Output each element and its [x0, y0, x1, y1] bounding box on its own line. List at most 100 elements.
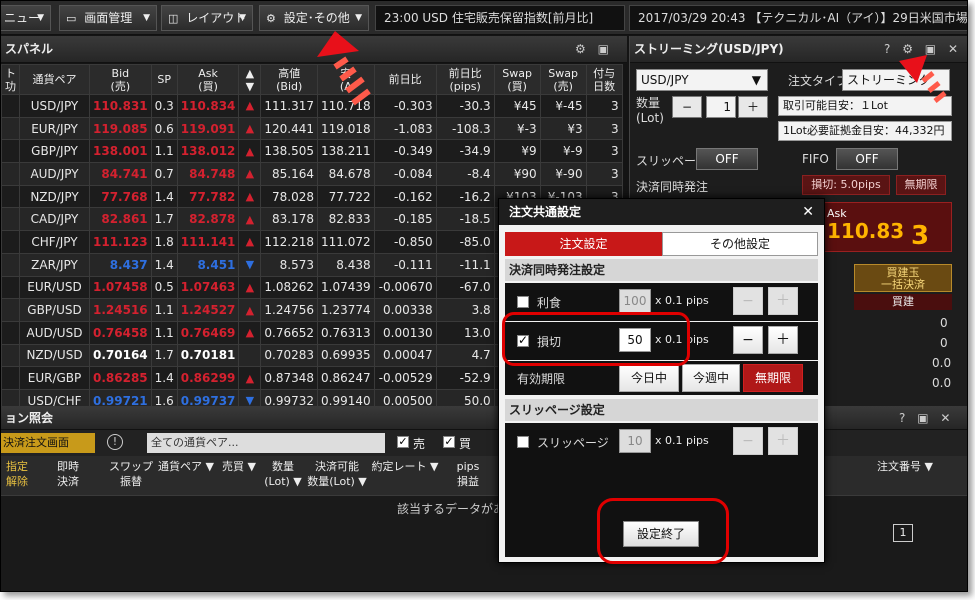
ask-cell[interactable]: 110.834	[176, 94, 240, 118]
bid-cell[interactable]: 0.86285	[89, 366, 152, 390]
bid-cell[interactable]: 0.70164	[89, 343, 152, 368]
slippage-minus-button[interactable]: −	[733, 427, 763, 455]
takeprofit-field[interactable]: 100	[619, 289, 651, 313]
slippage-field[interactable]: 10	[619, 429, 651, 453]
layout-button[interactable]: ◫ レイアウト ▼	[161, 5, 253, 31]
qty-minus-button[interactable]: −	[672, 96, 702, 118]
settings-other-button[interactable]: ⚙ 設定･その他 ▼	[259, 5, 369, 31]
rate-select-cell	[1, 116, 20, 141]
bid-cell[interactable]: 77.768	[89, 184, 152, 209]
position-header-cell[interactable]: スワップ 振替	[109, 459, 153, 489]
takeprofit-minus-button[interactable]: −	[733, 287, 763, 315]
takeprofit-plus-button[interactable]: ＋	[768, 287, 798, 315]
rate-header-cell[interactable]: 通貨ペア	[19, 64, 90, 95]
slippage-toggle[interactable]: OFF	[696, 148, 758, 170]
bid-cell[interactable]: 138.001	[89, 139, 152, 164]
rate-header-cell[interactable]: Bid (売)	[89, 64, 152, 95]
position-header-cell[interactable]: 指定 解除	[1, 459, 33, 489]
ask-cell[interactable]: 0.70181	[176, 343, 240, 368]
rate-header-cell[interactable]: ト 功	[1, 64, 20, 95]
position-header-cell[interactable]: 数量 (Lot) ▼	[263, 459, 303, 489]
ask-cell[interactable]: 111.141	[176, 230, 240, 254]
page-button[interactable]: 1	[893, 524, 913, 542]
rate-header-cell[interactable]: 付与 日数	[585, 64, 623, 95]
ask-cell[interactable]: 1.07463	[176, 275, 240, 300]
fifo-toggle[interactable]: OFF	[836, 148, 898, 170]
news-ticker[interactable]: 2017/03/29 20:43 【テクニカル･AI（アイ）】29日米国市場 ユ…	[629, 5, 967, 31]
position-header-cell[interactable]: 即時 決済	[37, 459, 99, 489]
window-icon[interactable]: ▣	[917, 411, 928, 425]
position-header-cell[interactable]: 通貨ペア ▼	[157, 459, 215, 474]
ask-cell[interactable]: 0.76469	[176, 320, 240, 345]
info-icon[interactable]: !	[107, 434, 123, 450]
tab-other-settings[interactable]: その他設定	[662, 232, 818, 256]
bid-cell[interactable]: 8.437	[89, 252, 152, 277]
slippage-checkbox[interactable]	[517, 436, 529, 448]
low-cell: 84.678	[317, 162, 375, 186]
expiry-week-button[interactable]: 今週中	[682, 364, 740, 392]
help-icon[interactable]: ?	[899, 411, 905, 425]
sell-filter-checkbox[interactable]: ✓	[397, 436, 409, 448]
ask-cell[interactable]: 84.748	[176, 162, 240, 186]
rate-row[interactable]: AUD/JPY 84.741 0.7 84.748 ▲ 85.164 84.678 -0.08…	[1, 162, 623, 186]
economic-indicator-ticker[interactable]: 23:00 USD 住宅販売保留指数[前月比]	[375, 5, 625, 31]
position-header-cell[interactable]: 約定レート ▼	[371, 459, 439, 474]
help-icon[interactable]: ?	[884, 42, 890, 56]
bid-cell[interactable]: 1.07458	[89, 275, 152, 300]
close-icon[interactable]: ✕	[802, 199, 814, 225]
stoploss-minus-button[interactable]: −	[733, 326, 763, 354]
ask-cell[interactable]: 82.878	[176, 207, 240, 232]
bid-cell[interactable]: 111.123	[89, 230, 152, 254]
bid-cell[interactable]: 110.831	[89, 94, 152, 118]
screen-manage-button[interactable]: ▭ 画面管理 ▼	[59, 5, 157, 31]
ask-cell[interactable]: 138.012	[176, 139, 240, 164]
rate-header-cell[interactable]: Ask (買)	[176, 64, 240, 95]
buy-filter-checkbox[interactable]: ✓	[443, 436, 455, 448]
bid-cell[interactable]: 0.76458	[89, 320, 152, 345]
qty-plus-button[interactable]: ＋	[738, 96, 768, 118]
rate-header-cell[interactable]: SP	[150, 64, 178, 95]
stoploss-button[interactable]: 損切: 5.0pips	[802, 175, 890, 195]
slippage-plus-button[interactable]: ＋	[768, 427, 798, 455]
buy-settle-button[interactable]: 買建玉 一括決済	[854, 264, 952, 292]
settle-order-screen-button[interactable]: 決済注文画面	[1, 433, 95, 453]
gear-icon[interactable]: ⚙	[575, 42, 586, 56]
change-pips-cell: -11.1	[435, 252, 495, 277]
qty-field[interactable]: 1	[706, 96, 736, 118]
streaming-title: ストリーミング(USD/JPY)	[634, 42, 784, 56]
bid-cell[interactable]: 119.085	[89, 116, 152, 141]
pair-select[interactable]: USD/JPY ▼	[636, 69, 768, 91]
menu-button[interactable]: ニュー ▼	[1, 5, 51, 31]
rate-header-cell[interactable]: ▲ ▼	[238, 64, 262, 95]
stoploss-plus-button[interactable]: ＋	[768, 326, 798, 354]
bid-cell[interactable]: 84.741	[89, 162, 152, 186]
rate-header-cell[interactable]: 前日比	[373, 64, 437, 95]
rate-header-cell[interactable]: Swap (売)	[539, 64, 587, 95]
takeprofit-checkbox[interactable]	[517, 296, 529, 308]
position-header-cell[interactable]: 注文番号 ▼	[865, 459, 945, 474]
pair-filter-input[interactable]: 全ての通貨ペア...	[147, 433, 385, 453]
rate-row[interactable]: EUR/JPY 119.085 0.6 119.091 ▲ 120.441 119.018-…	[1, 116, 623, 141]
position-header-cell[interactable]: 決済可能 数量(Lot) ▼	[307, 459, 367, 489]
rate-header-cell[interactable]: 前日比 (pips)	[435, 64, 495, 95]
ask-cell[interactable]: 1.24527	[176, 298, 240, 322]
ask-cell[interactable]: 77.782	[176, 184, 240, 209]
finish-highlight	[597, 498, 729, 564]
expiry-today-button[interactable]: 今日中	[619, 364, 679, 392]
rate-header-cell[interactable]: Swap (買)	[493, 64, 541, 95]
position-header-cell[interactable]: pips 損益	[443, 459, 493, 489]
position-header-cell[interactable]: 売買 ▼	[219, 459, 259, 474]
swap-buy-cell: ¥45	[493, 94, 541, 118]
tab-order-settings[interactable]: 注文設定	[505, 232, 662, 256]
unlimited-button[interactable]: 無期限	[896, 175, 946, 195]
ask-cell[interactable]: 8.451	[176, 252, 240, 277]
close-icon[interactable]: ✕	[940, 411, 950, 425]
expiry-unlimited-button[interactable]: 無期限	[743, 364, 803, 392]
bid-cell[interactable]: 1.24516	[89, 298, 152, 322]
bid-cell[interactable]: 82.861	[89, 207, 152, 232]
ask-cell[interactable]: 119.091	[176, 116, 240, 141]
window-icon[interactable]: ▣	[598, 42, 609, 56]
ask-cell[interactable]: 0.86299	[176, 366, 240, 390]
rate-row[interactable]: GBP/JPY 138.001 1.1 138.012 ▲ 138.505 138.211-…	[1, 139, 623, 164]
ask-price-panel[interactable]: Ask 110.83 3	[818, 202, 952, 252]
